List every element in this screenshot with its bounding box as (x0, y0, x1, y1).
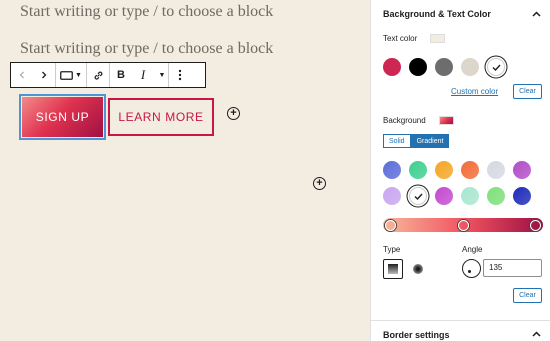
linear-gradient-icon (388, 264, 398, 274)
background-color-indicator (439, 116, 454, 125)
color-swatch[interactable] (409, 161, 427, 179)
button-block-icon (60, 70, 73, 80)
color-swatch[interactable] (513, 187, 531, 205)
color-swatch[interactable] (461, 58, 479, 76)
block-type-button[interactable]: ▼ (56, 63, 86, 87)
paragraph-placeholder[interactable]: Start writing or type / to choose a bloc… (20, 40, 273, 58)
gradient-stop-handle[interactable] (385, 220, 396, 231)
gradient-stop-handle[interactable] (458, 220, 469, 231)
signup-button[interactable]: SIGN UP (19, 94, 106, 140)
radial-gradient-icon[interactable] (413, 264, 423, 274)
color-swatch-selected[interactable] (409, 187, 427, 205)
panel-title: Border settings (383, 329, 450, 340)
link-icon[interactable] (87, 63, 109, 87)
type-label: Type (383, 245, 401, 254)
toolbar-block-group: ▼ (56, 63, 87, 87)
border-panel-header[interactable]: Border settings (371, 320, 550, 341)
color-panel-header[interactable]: Background & Text Color (371, 0, 550, 28)
angle-input[interactable]: 135 (483, 259, 542, 277)
custom-color-link[interactable]: Custom color (451, 87, 498, 96)
color-swatch-selected[interactable] (487, 58, 505, 76)
color-swatch[interactable] (435, 161, 453, 179)
clear-text-color-button[interactable]: Clear (513, 84, 542, 99)
background-label: Background (383, 116, 426, 125)
italic-button[interactable]: I (132, 63, 154, 87)
color-swatch[interactable] (487, 161, 505, 179)
color-swatch[interactable] (383, 187, 401, 205)
toolbar-options-group (169, 63, 191, 87)
color-swatch[interactable] (383, 161, 401, 179)
chevron-up-icon[interactable] (532, 330, 541, 339)
check-icon (492, 64, 501, 71)
more-vertical-icon[interactable] (169, 63, 191, 87)
angle-dial[interactable] (462, 259, 481, 278)
color-swatch[interactable] (435, 187, 453, 205)
color-swatch[interactable] (461, 187, 479, 205)
bold-button[interactable]: B (110, 63, 132, 87)
gradient-stop-handle[interactable] (530, 220, 541, 231)
chevron-right-icon[interactable] (33, 63, 55, 87)
color-swatch[interactable] (513, 161, 531, 179)
background-type-tabs: Solid Gradient (383, 134, 450, 148)
color-swatch[interactable] (461, 161, 479, 179)
plus-circle-icon[interactable]: + (227, 107, 240, 120)
text-color-label: Text color (383, 34, 418, 43)
chevron-up-icon[interactable] (532, 10, 541, 19)
clear-background-button[interactable]: Clear (513, 288, 542, 303)
plus-circle-icon[interactable]: + (313, 177, 326, 190)
tab-gradient[interactable]: Gradient (410, 134, 450, 148)
linear-gradient-type-button[interactable] (383, 259, 403, 279)
toolbar-link-group (87, 63, 110, 87)
paragraph-placeholder[interactable]: Start writing or type / to choose a bloc… (20, 3, 273, 21)
color-swatch[interactable] (383, 58, 401, 76)
panel-title: Background & Text Color (383, 9, 491, 19)
block-toolbar: ▼ B I ▼ (10, 62, 206, 88)
toolbar-format-group: B I ▼ (110, 63, 169, 87)
more-formats-caret-icon[interactable]: ▼ (154, 63, 168, 87)
color-swatch[interactable] (409, 58, 427, 76)
caret-down-icon: ▼ (75, 71, 82, 79)
chevron-left-icon[interactable] (11, 63, 33, 87)
color-swatch[interactable] (487, 187, 505, 205)
toolbar-nav-group (11, 63, 56, 87)
text-color-indicator (430, 34, 445, 43)
check-icon (414, 193, 423, 200)
angle-label: Angle (462, 245, 483, 254)
color-swatch[interactable] (435, 58, 453, 76)
learn-more-button[interactable]: LEARN MORE (108, 98, 214, 136)
tab-solid[interactable]: Solid (383, 134, 411, 148)
editor-canvas: Start writing or type / to choose a bloc… (0, 0, 370, 341)
